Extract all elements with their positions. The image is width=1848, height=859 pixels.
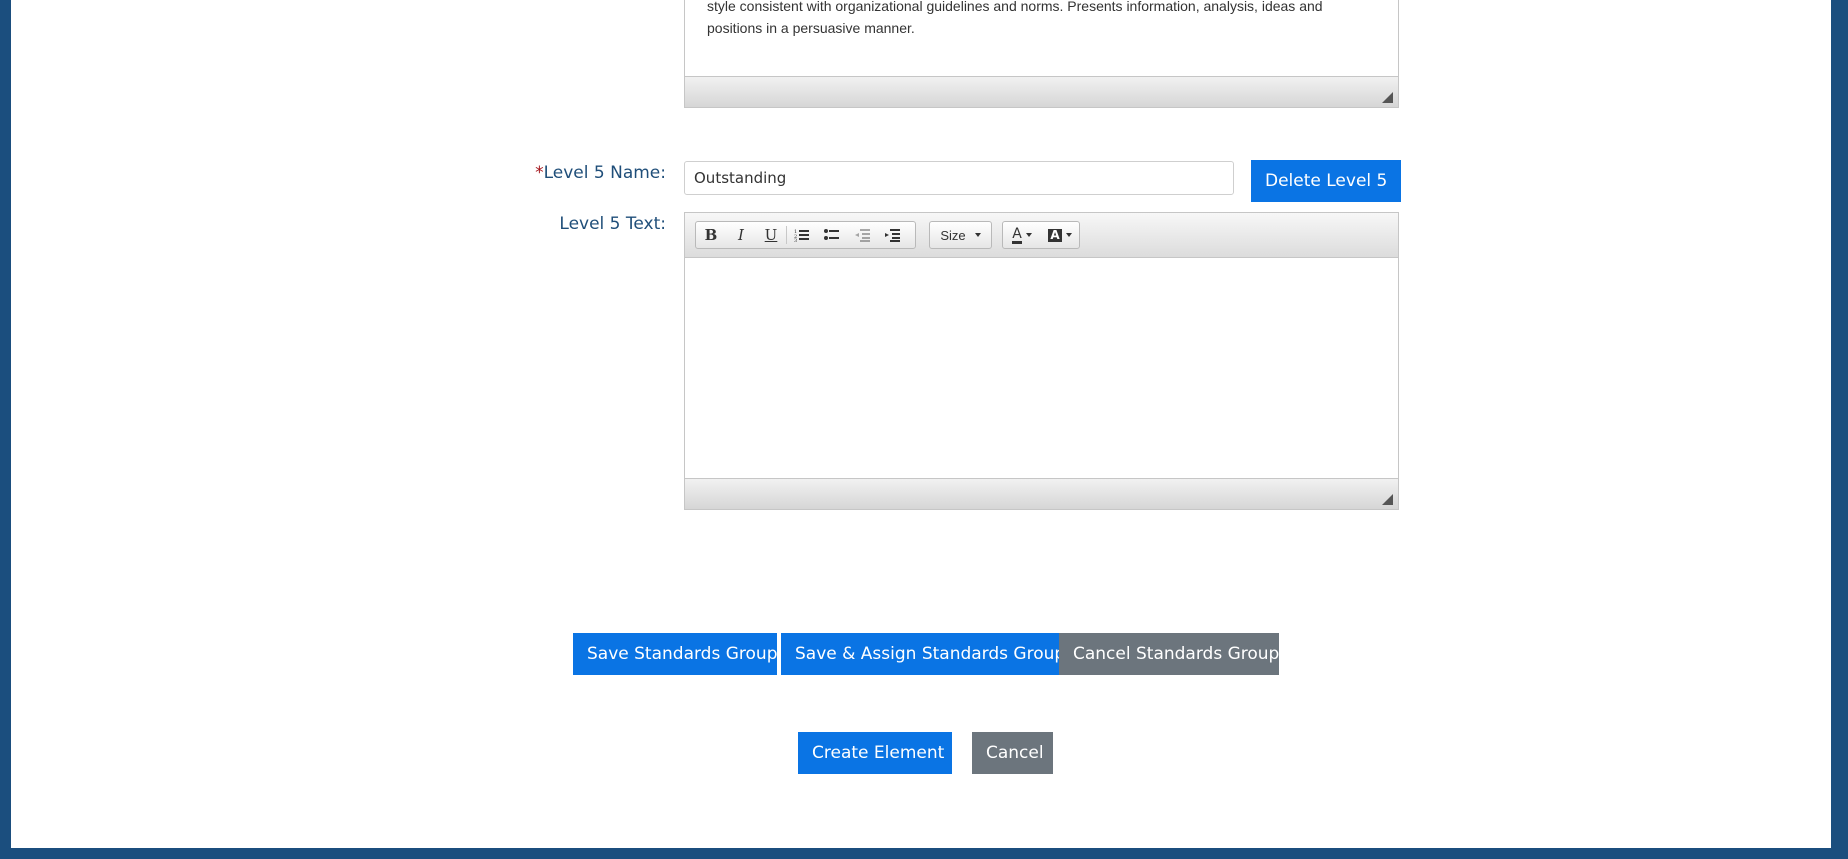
level5-name-input[interactable] <box>684 161 1234 195</box>
outdent-icon[interactable] <box>847 222 877 248</box>
level5-text-label: Level 5 Text: <box>559 214 666 234</box>
resize-grip-icon[interactable] <box>1382 494 1393 505</box>
delete-level5-button[interactable]: Delete Level 5 <box>1251 160 1402 202</box>
ordered-list-icon[interactable]: 123 <box>787 222 817 248</box>
text-color-icon[interactable]: A <box>1003 222 1041 248</box>
page-content: style consistent with organizational gui… <box>11 0 1831 848</box>
unordered-list-icon[interactable] <box>817 222 847 248</box>
italic-icon[interactable]: I <box>726 222 756 248</box>
cancel-standards-group-button[interactable]: Cancel Standards Group <box>1059 633 1279 675</box>
resize-grip-icon[interactable] <box>1382 92 1393 103</box>
chevron-down-icon <box>1025 233 1032 237</box>
previous-editor-content[interactable]: style consistent with organizational gui… <box>685 0 1398 39</box>
svg-text:3: 3 <box>794 238 797 242</box>
level5-editor-content[interactable] <box>685 259 1398 479</box>
bold-icon[interactable]: B <box>696 222 726 248</box>
previous-editor-line: positions in a persuasive manner. <box>707 20 915 36</box>
save-standards-group-button[interactable]: Save Standards Group <box>573 633 778 675</box>
previous-level-text-editor: style consistent with organizational gui… <box>684 0 1399 108</box>
format-button-group: B I U 123 <box>695 221 916 249</box>
underline-icon[interactable]: U <box>756 222 786 248</box>
level5-text-editor: B I U 123 Size A A <box>684 212 1399 510</box>
font-size-dropdown[interactable]: Size <box>929 221 992 249</box>
save-assign-standards-group-button[interactable]: Save & Assign Standards Group <box>781 633 1066 675</box>
previous-editor-line: style consistent with organizational gui… <box>707 0 1323 14</box>
chevron-down-icon <box>974 233 981 237</box>
create-element-button[interactable]: Create Element <box>798 732 952 774</box>
cancel-button[interactable]: Cancel <box>972 732 1053 774</box>
level5-name-label: *Level 5 Name: <box>535 163 666 183</box>
indent-icon[interactable] <box>877 222 907 248</box>
required-marker: * <box>535 163 544 183</box>
background-color-icon[interactable]: A <box>1041 222 1079 248</box>
editor-toolbar: B I U 123 Size A A <box>685 213 1398 258</box>
level5-name-label-text: Level 5 Name: <box>543 163 666 183</box>
font-size-label: Size <box>940 227 966 243</box>
chevron-down-icon <box>1065 233 1072 237</box>
level5-editor-statusbar <box>685 478 1398 509</box>
color-button-group: A A <box>1002 221 1080 249</box>
previous-editor-statusbar <box>685 76 1398 107</box>
